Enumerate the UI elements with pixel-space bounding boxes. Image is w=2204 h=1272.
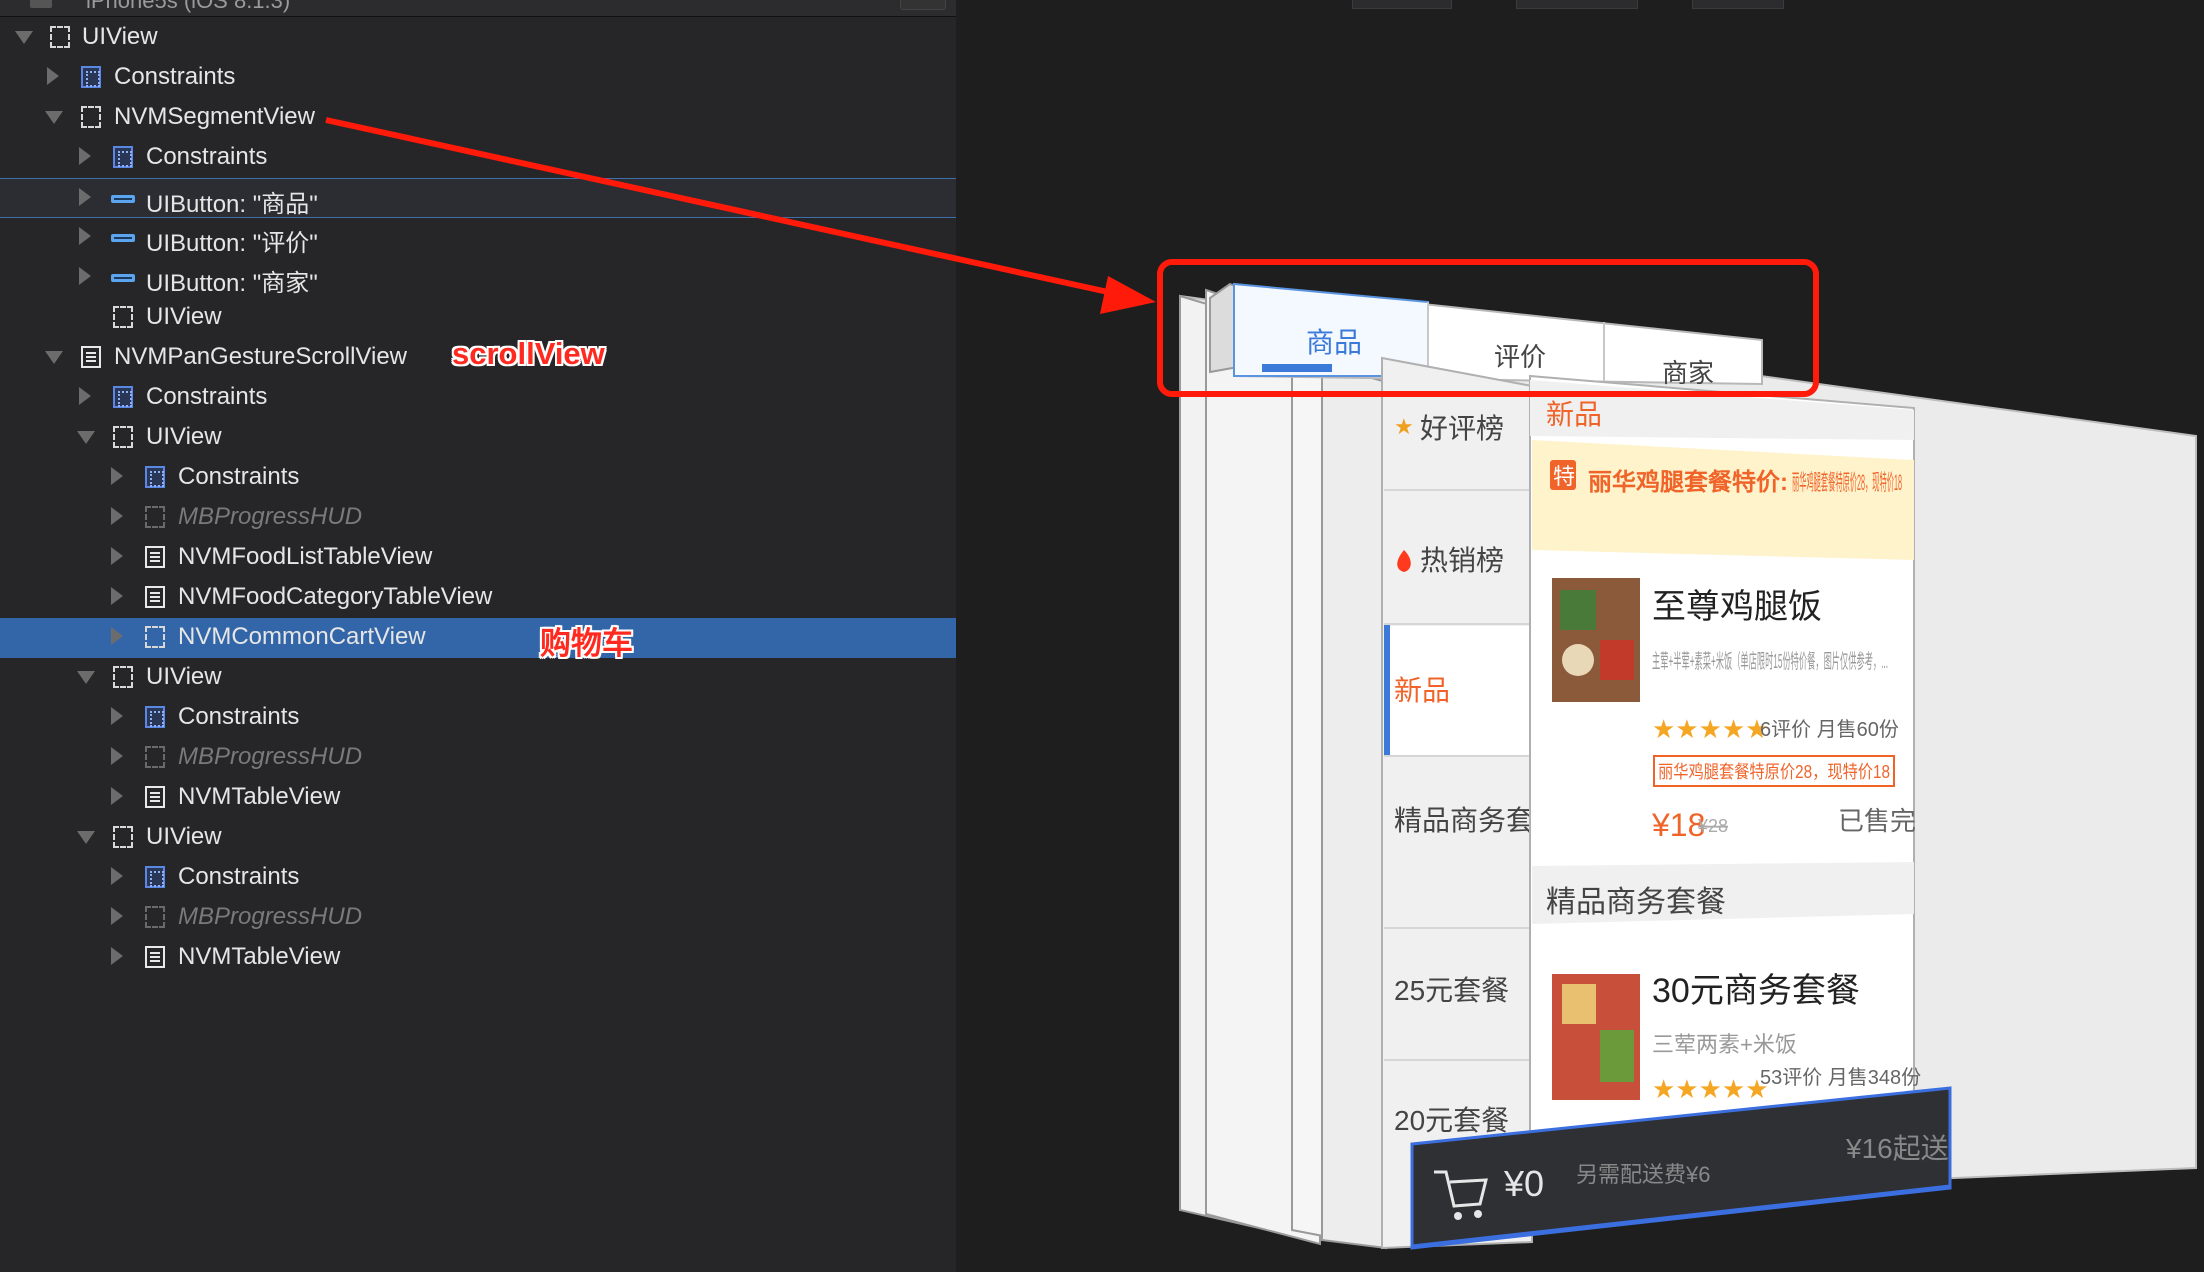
sold-out-label: 已售完 <box>1838 806 1916 836</box>
rating-stars: ★★★★★ <box>1652 1074 1769 1104</box>
delivery-fee: 另需配送费¥6 <box>1576 1162 1710 1187</box>
segment-label: 评价 <box>1494 342 1546 372</box>
promo-badge: 特 <box>1553 464 1575 489</box>
food-desc: 主荤+半荤+素菜+米饭（单店限时15份特价餐，图片仅供参考，... <box>1652 650 1888 673</box>
old-price: ¥28 <box>1697 816 1728 836</box>
food-desc: 三荤两素+米饭 <box>1652 1032 1797 1057</box>
food-name: 至尊鸡腿饭 <box>1652 588 1822 626</box>
promo-banner <box>1532 440 1914 560</box>
category-selected-bar <box>1384 624 1390 756</box>
section-title: 精品商务套餐 <box>1546 886 1726 919</box>
segment-indicator <box>1262 364 1332 372</box>
promo-text: 丽华鸡腿套餐特原价28，现特价18 <box>1792 470 1902 495</box>
arrow-head-icon <box>1100 276 1156 314</box>
rating-stars: ★★★★★ <box>1652 714 1769 744</box>
annotation-arrow <box>325 117 1109 295</box>
layer-panel <box>1321 362 1387 1250</box>
category-label: 热销榜 <box>1420 545 1504 576</box>
promo-title: 丽华鸡腿套餐特价: <box>1588 468 1788 496</box>
category-label: 新品 <box>1394 675 1450 706</box>
cart-amount: ¥0 <box>1503 1163 1544 1204</box>
segment-label: 商家 <box>1662 358 1714 388</box>
category-label: 25元套餐 <box>1394 975 1509 1006</box>
star-icon: ★ <box>1394 414 1414 439</box>
category-label: 好评榜 <box>1420 413 1504 444</box>
segment-label: 商品 <box>1306 327 1362 358</box>
category-label: 20元套餐 <box>1394 1105 1509 1136</box>
min-order: ¥16起送 <box>1845 1133 1949 1164</box>
food-name: 30元商务套餐 <box>1652 972 1860 1010</box>
food-stats: 6评价 月售60份 <box>1760 718 1899 741</box>
3d-exploded-view[interactable]: 商品 评价 商家 ★ 好评榜 热销榜 新品 精品商务套餐 25元套餐 20元套餐… <box>0 0 2204 1272</box>
food-stats: 53评价 月售348份 <box>1760 1066 1921 1089</box>
promo-tag: 丽华鸡腿套餐特原价28，现特价18 <box>1658 762 1890 782</box>
section-title: 新品 <box>1546 399 1602 430</box>
